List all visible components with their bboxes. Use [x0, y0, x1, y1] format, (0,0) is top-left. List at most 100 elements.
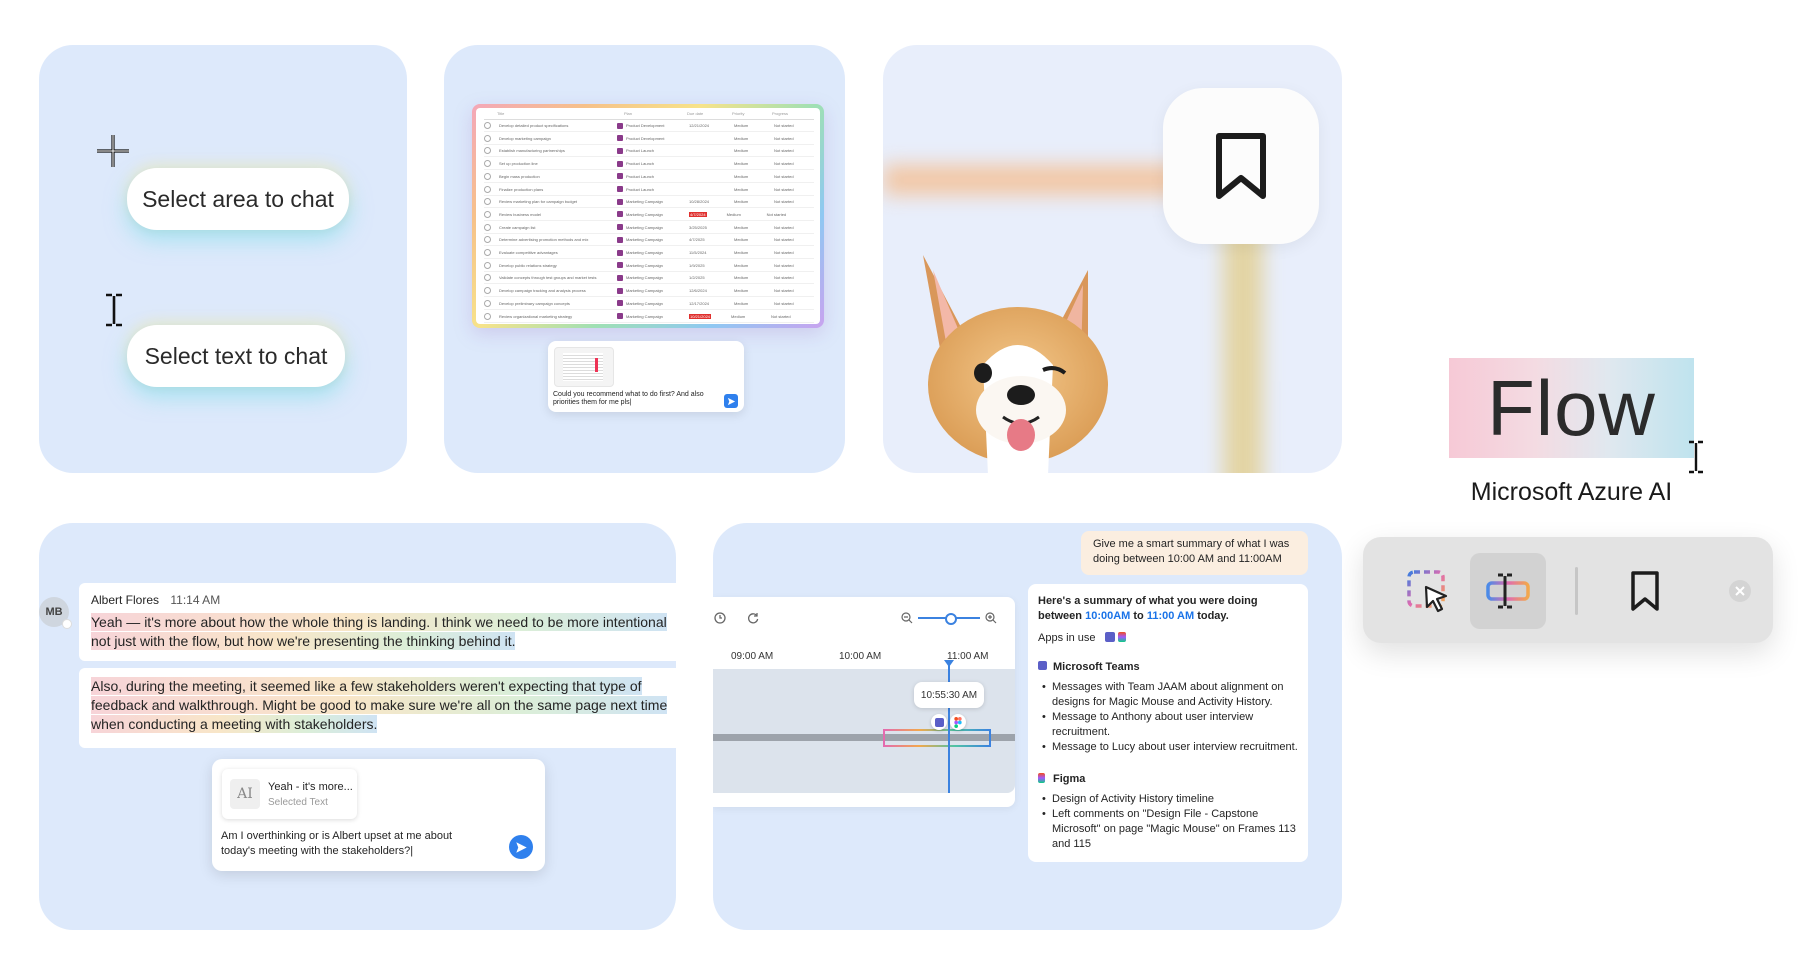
task-checkbox[interactable] [484, 236, 491, 244]
chat-prompt-text[interactable]: Could you recommend what to do first? An… [553, 391, 715, 407]
header-title: Title [497, 111, 505, 116]
select-area-button[interactable]: Select area to chat [127, 168, 349, 230]
task-priority: Medium [734, 186, 749, 192]
table-row[interactable]: Review organizational marketing strategy… [484, 311, 814, 323]
task-checkbox[interactable] [484, 198, 491, 206]
history-icon[interactable] [713, 611, 727, 625]
task-checkbox[interactable] [484, 249, 491, 256]
task-priority: Medium [734, 148, 749, 154]
task-progress: Not started [774, 300, 794, 306]
presence-status [62, 619, 72, 629]
task-plan: Marketing Campaign [626, 237, 663, 243]
task-due: 12/17/2024 [689, 300, 710, 306]
table-row[interactable]: Begin mass production Product Launch Mediu… [484, 171, 814, 183]
bookmark-icon [1631, 571, 1659, 611]
zoom-out-icon[interactable] [901, 612, 913, 624]
select-text-tool-button[interactable] [1470, 553, 1546, 629]
plan-icon [617, 249, 623, 256]
task-checkbox[interactable] [484, 210, 491, 218]
task-checkbox[interactable] [484, 223, 491, 231]
teams-icon[interactable] [931, 714, 947, 730]
plan-icon [617, 262, 623, 269]
task-progress: Not started [774, 250, 794, 255]
activity-summary-card: Give me a smart summary of what I was do… [713, 523, 1342, 930]
selected-text-chip[interactable]: AI Yeah - it's more... Selected Text [222, 769, 357, 819]
selected-range[interactable] [883, 729, 991, 747]
plan-icon [617, 122, 623, 129]
task-checkbox[interactable] [484, 261, 491, 269]
plan-icon [617, 287, 623, 294]
task-title: Set up production line [499, 161, 538, 167]
select-area-icon [1407, 570, 1448, 613]
zoom-slider-thumb[interactable] [945, 613, 957, 625]
bookmark-icon [1216, 133, 1266, 199]
figma-icon [1038, 773, 1045, 783]
message-text-1[interactable]: Yeah — it's more about how the whole thi… [91, 613, 667, 651]
send-button[interactable] [724, 394, 738, 408]
selected-text-icon: AI [230, 779, 260, 809]
message-text-2[interactable]: Also, during the meeting, it seemed like… [91, 677, 668, 734]
task-checkbox[interactable] [484, 274, 491, 282]
task-plan: Product Development [626, 135, 665, 141]
close-icon [1735, 586, 1745, 596]
table-row[interactable]: Develop public relations strategy Marketi… [484, 260, 814, 272]
zoom-in-icon[interactable] [985, 612, 997, 624]
message-line: Yeah — it's more about how the whole thi… [91, 613, 667, 631]
table-row[interactable]: Develop preliminary campaign concepts Mar… [484, 298, 814, 310]
task-priority: Medium [734, 237, 749, 243]
select-area-tool-button[interactable] [1390, 553, 1466, 629]
task-priority: Medium [734, 224, 749, 230]
table-row[interactable]: Develop campaign tracking and analysis p… [484, 285, 814, 298]
task-due: 1/9/2025 [689, 262, 705, 268]
bookmark-tool-button[interactable] [1607, 553, 1683, 629]
summary-heading-text: Here's a summary of what you were doing [1038, 595, 1258, 607]
table-row[interactable]: Finalize production plans Product Launch M… [484, 184, 814, 196]
task-title: Create campaign list [499, 224, 536, 230]
refresh-icon[interactable] [746, 611, 760, 625]
task-checkbox[interactable] [484, 122, 491, 129]
table-row[interactable]: Develop detailed product specifications P… [484, 120, 814, 132]
teams-icon [1038, 661, 1047, 670]
message-time: 11:14 AM [170, 593, 221, 607]
table-row[interactable]: Set up production line Product Launch Medi… [484, 158, 814, 171]
task-progress: Not started [771, 313, 791, 319]
list-item: Message to Lucy about user interview rec… [1040, 740, 1302, 755]
table-row[interactable]: Review marketing plan for campaign budge… [484, 196, 814, 209]
list-item: Message to Anthony about user interview … [1040, 710, 1302, 740]
table-row[interactable]: Evaluate competitive advantages Marketing… [484, 247, 814, 259]
task-priority: Medium [731, 313, 746, 319]
bookmark-button[interactable] [1163, 88, 1319, 244]
task-title: Establish manufacturing partnerships [499, 148, 565, 154]
message-line: when conducting a meeting with stakehold… [91, 715, 378, 733]
select-text-button[interactable]: Select text to chat [127, 325, 345, 387]
chat-prompt-text[interactable]: Am I overthinking or is Albert upset at … [221, 829, 481, 859]
task-checkbox[interactable] [484, 147, 491, 155]
task-checkbox[interactable] [484, 160, 491, 168]
summary-heading-text: today. [1197, 610, 1229, 622]
flow-logo: Flow [1449, 358, 1694, 458]
teams-section-title: Microsoft Teams [1038, 660, 1140, 675]
task-checkbox[interactable] [484, 134, 491, 142]
task-checkbox[interactable] [484, 172, 491, 180]
task-plan: Product Development [626, 123, 665, 128]
task-checkbox[interactable] [484, 299, 491, 307]
table-row[interactable]: Develop marketing campaign Product Develo… [484, 133, 814, 145]
task-checkbox[interactable] [484, 287, 491, 295]
select-text-label: Select text to chat [144, 342, 328, 369]
table-row[interactable]: Validate concepts through test groups an… [484, 272, 814, 285]
task-due: 12/21/2024 [689, 123, 710, 128]
task-checkbox[interactable] [484, 185, 491, 193]
table-row[interactable]: Establish manufacturing partnerships Prod… [484, 145, 814, 158]
summary-time-to: 11:00 AM [1146, 610, 1195, 622]
figma-icon[interactable] [950, 714, 966, 730]
task-title: Review organizational marketing strategy [499, 313, 573, 319]
close-button[interactable] [1729, 580, 1751, 602]
task-checkbox[interactable] [484, 312, 491, 320]
send-button[interactable] [509, 835, 533, 859]
task-progress: Not started [774, 199, 794, 205]
table-row[interactable]: Review business model Marketing Campaign 4… [484, 209, 814, 221]
plan-icon [617, 135, 623, 142]
table-row[interactable]: Create campaign list Marketing Campaign 3/… [484, 222, 814, 234]
table-row[interactable]: Determine advertising promotion methods … [484, 234, 814, 247]
attached-screenshot-thumbnail[interactable] [554, 347, 614, 387]
